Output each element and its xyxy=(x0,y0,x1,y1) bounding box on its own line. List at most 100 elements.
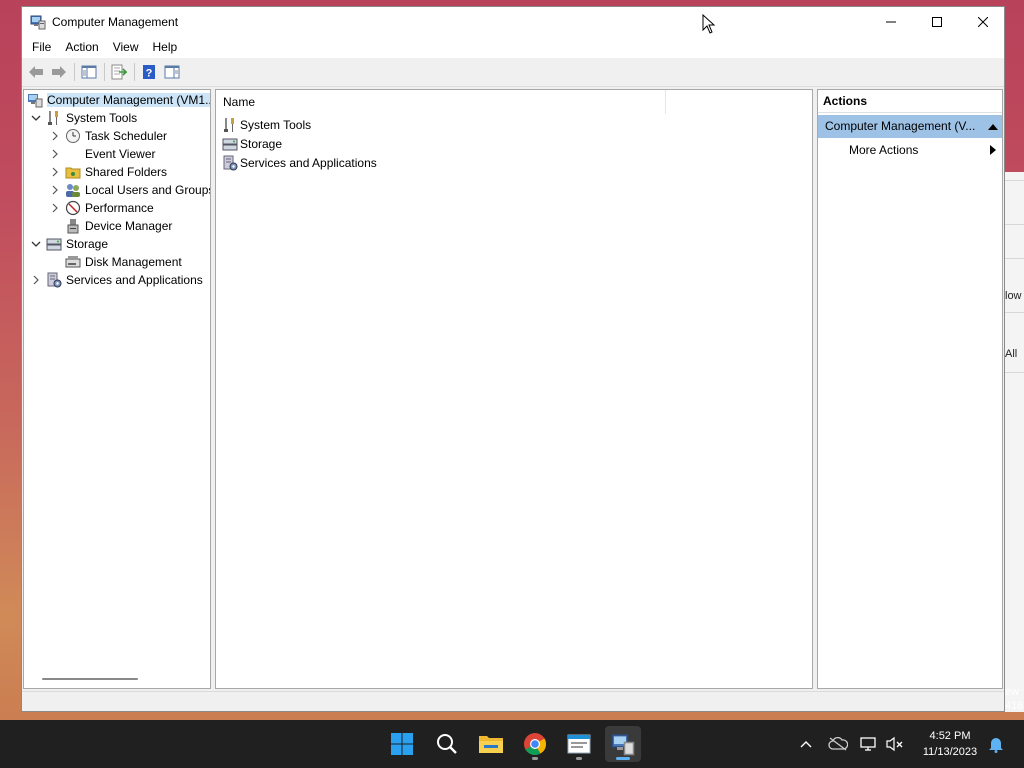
notepad-icon xyxy=(567,734,591,754)
chevron-right-icon[interactable] xyxy=(49,130,61,142)
tree-item-local-users-and-groups[interactable]: Local Users and Groups xyxy=(49,181,211,199)
title-bar[interactable]: Computer Management xyxy=(22,7,1004,36)
show-hidden-icons-button[interactable] xyxy=(796,734,816,754)
tree-item-shared-folders[interactable]: Shared Folders xyxy=(49,163,167,181)
file-explorer-icon xyxy=(479,736,503,753)
cloud-offline-icon xyxy=(828,737,848,751)
help-button[interactable]: ? xyxy=(138,61,160,83)
menu-action[interactable]: Action xyxy=(58,40,105,54)
list-item-storage[interactable]: Storage xyxy=(222,134,282,153)
clock-icon xyxy=(65,128,81,144)
list-item-services-and-applications[interactable]: Services and Applications xyxy=(222,153,377,172)
chevron-right-icon[interactable] xyxy=(49,202,61,214)
tree-item-disk-management[interactable]: Disk Management xyxy=(65,253,182,271)
list-item-system-tools[interactable]: System Tools xyxy=(222,115,311,134)
network-tray-button[interactable] xyxy=(859,734,879,754)
chevron-right-icon[interactable] xyxy=(49,148,61,160)
export-list-button[interactable] xyxy=(108,61,130,83)
forward-button[interactable] xyxy=(48,61,70,83)
tree-item-services-and-applications[interactable]: Services and Applications xyxy=(30,271,203,289)
tree-item-label: Event Viewer xyxy=(85,147,156,161)
back-arrow-icon xyxy=(29,66,43,78)
tree-item-label: Performance xyxy=(85,201,154,215)
file-explorer-button[interactable] xyxy=(473,726,509,762)
show-hide-tree-icon xyxy=(81,65,97,79)
tree-item-performance[interactable]: Performance xyxy=(49,199,154,217)
storage-icon xyxy=(222,138,238,150)
volume-tray-button[interactable] xyxy=(885,734,905,754)
toolbar-separator xyxy=(104,63,105,81)
computer-management-window: Computer Management File Action View Hel… xyxy=(21,6,1005,712)
maximize-button[interactable] xyxy=(914,7,960,36)
list-item-label: System Tools xyxy=(240,117,312,132)
tree-root-label: Computer Management (VM1... xyxy=(47,93,210,107)
show-hide-tree-button[interactable] xyxy=(78,61,100,83)
taskbar-clock[interactable]: 4:52 PM 11/13/2023 xyxy=(912,728,988,760)
computer-management-icon xyxy=(611,734,635,756)
column-header-name[interactable]: Name xyxy=(216,90,666,114)
back-button[interactable] xyxy=(25,61,47,83)
menu-help[interactable]: Help xyxy=(146,40,185,54)
storage-icon xyxy=(46,236,62,252)
notifications-button[interactable] xyxy=(986,734,1006,754)
tree-item-event-viewer[interactable]: Event Viewer xyxy=(49,145,155,163)
chrome-button[interactable] xyxy=(517,726,553,762)
menu-file[interactable]: File xyxy=(25,40,58,54)
tree-item-device-manager[interactable]: Device Manager xyxy=(65,217,172,235)
more-actions-item[interactable]: More Actions xyxy=(818,138,1002,161)
chevron-right-icon[interactable] xyxy=(49,184,61,196)
minimize-icon xyxy=(886,21,896,22)
console-tree[interactable]: Computer Management (VM1... System Tools… xyxy=(23,89,211,689)
tree-item-system-tools[interactable]: System Tools xyxy=(30,109,137,127)
chevron-right-icon[interactable] xyxy=(49,166,61,178)
search-button[interactable] xyxy=(429,726,465,762)
notepad-button[interactable] xyxy=(561,726,597,762)
clock-date: 11/13/2023 xyxy=(922,746,978,758)
chrome-icon xyxy=(524,733,546,755)
services-icon xyxy=(223,155,238,170)
tree-root[interactable]: Computer Management (VM1... xyxy=(27,91,210,109)
collapse-up-icon[interactable] xyxy=(988,123,998,131)
chevron-up-icon xyxy=(800,741,812,748)
actions-pane: Actions Computer Management (V... More A… xyxy=(817,89,1003,689)
result-list-pane[interactable]: Name System Tools Storage Services and A… xyxy=(215,89,813,689)
actions-group-header[interactable]: Computer Management (V... xyxy=(818,115,1002,138)
actions-group-label: Computer Management (V... xyxy=(825,119,976,133)
show-hide-action-pane-button[interactable] xyxy=(161,61,183,83)
computer-management-app-icon xyxy=(30,15,46,29)
show-hide-action-pane-icon xyxy=(164,65,180,79)
system-tools-icon xyxy=(46,110,62,126)
tree-item-label: Storage xyxy=(66,237,109,251)
tree-item-label: Local Users and Groups xyxy=(85,183,211,197)
active-indicator xyxy=(616,757,630,760)
actions-title: Actions xyxy=(818,90,1002,113)
chevron-down-icon[interactable] xyxy=(30,238,42,250)
onedrive-tray-button[interactable] xyxy=(828,734,848,754)
forward-arrow-icon xyxy=(52,66,66,78)
volume-muted-icon xyxy=(886,736,903,752)
tree-item-label: Shared Folders xyxy=(85,165,168,179)
chevron-down-icon[interactable] xyxy=(30,112,42,124)
list-item-label: Services and Applications xyxy=(240,155,377,170)
network-icon xyxy=(860,737,876,751)
chevron-right-icon[interactable] xyxy=(30,274,42,286)
start-button[interactable] xyxy=(384,726,420,762)
computer-management-taskbar-button[interactable] xyxy=(605,726,641,762)
tree-item-storage[interactable]: Storage xyxy=(30,235,108,253)
tree-item-task-scheduler[interactable]: Task Scheduler xyxy=(49,127,167,145)
search-icon xyxy=(437,734,457,754)
tree-item-label: Disk Management xyxy=(85,255,182,269)
disk-management-icon xyxy=(65,254,81,270)
minimize-button[interactable] xyxy=(868,7,914,36)
tree-item-label: Task Scheduler xyxy=(85,129,168,143)
clock-time: 4:52 PM xyxy=(929,730,971,742)
window-title: Computer Management xyxy=(52,14,179,29)
column-header: Name xyxy=(216,90,812,114)
taskbar: 4:52 PM 11/13/2023 xyxy=(0,720,1024,768)
close-button[interactable] xyxy=(960,7,1006,36)
menu-view[interactable]: View xyxy=(106,40,146,54)
status-bar xyxy=(22,691,1004,711)
background-text-low: low xyxy=(1005,290,1022,302)
performance-icon xyxy=(65,200,81,216)
horizontal-scrollbar[interactable] xyxy=(42,678,138,680)
